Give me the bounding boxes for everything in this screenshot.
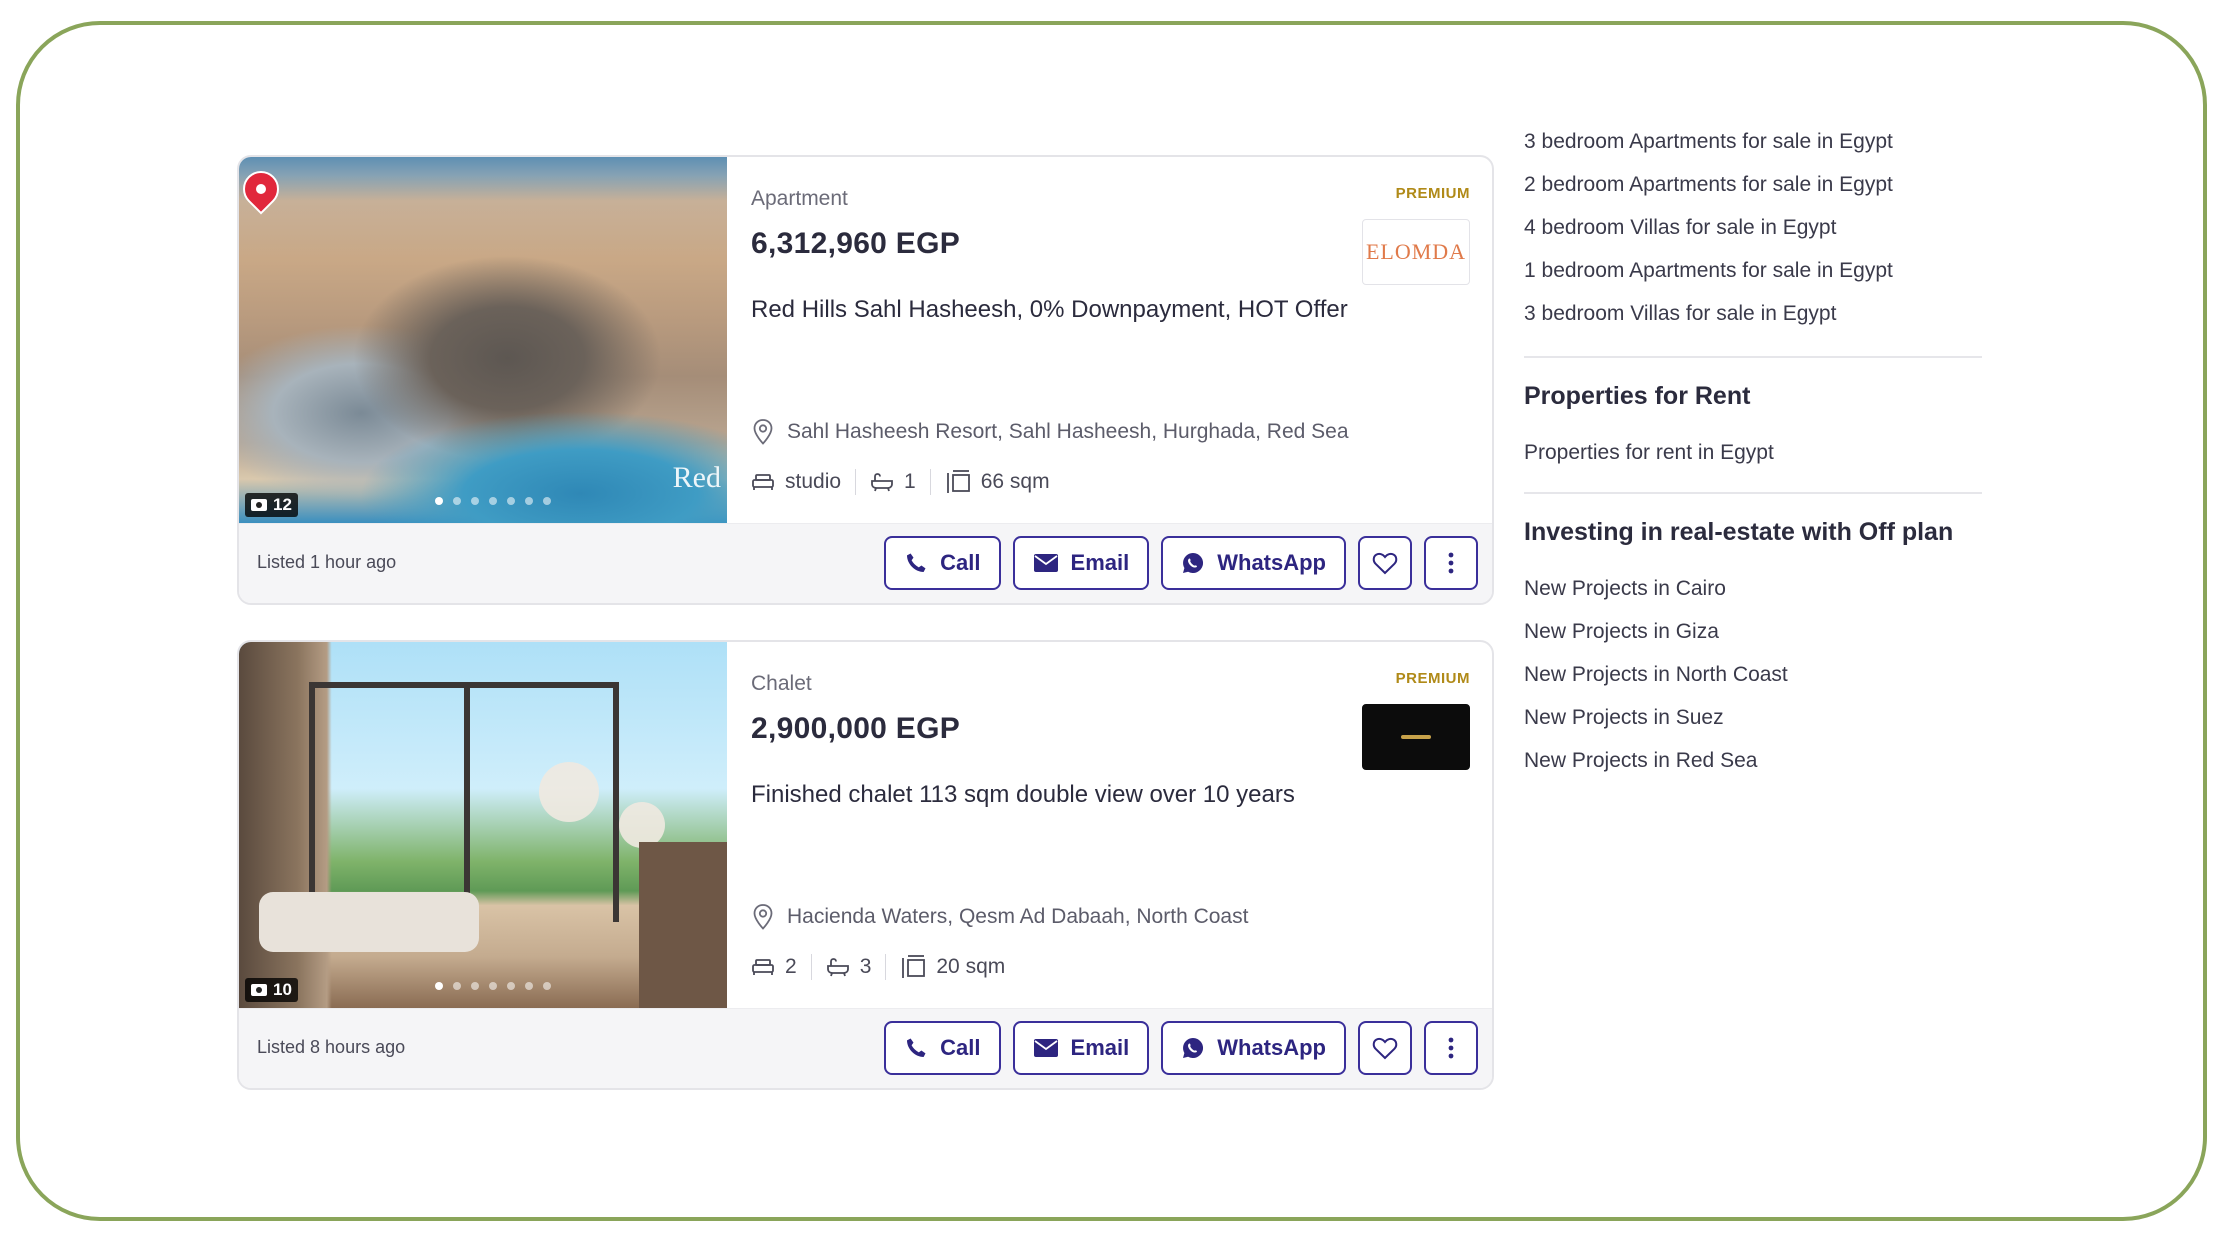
agency-logo[interactable]: ELOMDA bbox=[1362, 219, 1470, 285]
listing-location: Sahl Hasheesh Resort, Sahl Hasheesh, Hur… bbox=[751, 419, 1349, 445]
favorite-button[interactable] bbox=[1358, 1021, 1412, 1075]
sidebar-link[interactable]: 4 bedroom Villas for sale in Egypt bbox=[1524, 216, 1836, 240]
email-button[interactable]: Email bbox=[1012, 536, 1150, 590]
listing-features: 2 3 20 sqm bbox=[751, 954, 1005, 980]
more-vertical-icon bbox=[1448, 552, 1454, 574]
sidebar-link[interactable]: 3 bedroom Villas for sale in Egypt bbox=[1524, 302, 1836, 326]
bed-icon bbox=[752, 959, 774, 975]
sidebar-link[interactable]: 2 bedroom Apartments for sale in Egypt bbox=[1524, 173, 1893, 197]
phone-icon bbox=[907, 1038, 926, 1057]
sidebar-divider bbox=[1524, 492, 1982, 494]
bedrooms: 2 bbox=[785, 955, 797, 978]
camera-icon bbox=[251, 499, 267, 511]
envelope-icon bbox=[1033, 1039, 1058, 1057]
sidebar-link[interactable]: 3 bedroom Apartments for sale in Egypt bbox=[1524, 130, 1893, 154]
bathtub-icon bbox=[871, 473, 893, 492]
listing-title[interactable]: Red Hills Sahl Hasheesh, 0% Downpayment,… bbox=[751, 289, 1351, 331]
whatsapp-label: WhatsApp bbox=[1217, 1035, 1326, 1060]
camera-icon bbox=[251, 984, 267, 996]
sidebar-link[interactable]: Properties for rent in Egypt bbox=[1524, 441, 1774, 465]
property-type: Chalet bbox=[751, 672, 812, 695]
offplan-heading: Investing in real-estate with Off plan bbox=[1524, 518, 1954, 546]
whatsapp-button[interactable]: WhatsApp bbox=[1161, 1021, 1346, 1075]
listed-time: Listed 8 hours ago bbox=[257, 1037, 406, 1057]
whatsapp-label: WhatsApp bbox=[1217, 550, 1326, 575]
sidebar-link[interactable]: New Projects in Giza bbox=[1524, 620, 1719, 644]
area-icon bbox=[946, 470, 970, 493]
property-type: Apartment bbox=[751, 187, 848, 210]
more-options-button[interactable] bbox=[1424, 1021, 1478, 1075]
listing-card[interactable]: 10 Chalet 2,900,000 EGP Finished chalet … bbox=[237, 640, 1494, 1090]
phone-icon bbox=[907, 553, 926, 572]
call-label: Call bbox=[940, 550, 981, 575]
map-pin-icon bbox=[239, 163, 287, 215]
photo-watermark: Red bbox=[672, 461, 721, 494]
whatsapp-icon bbox=[1183, 1038, 1204, 1058]
heart-icon bbox=[1372, 1037, 1398, 1060]
bathrooms: 1 bbox=[904, 470, 916, 493]
location-text: Hacienda Waters, Qesm Ad Dabaah, North C… bbox=[787, 905, 1249, 928]
call-button[interactable]: Call bbox=[884, 536, 1001, 590]
email-label: Email bbox=[1070, 1035, 1130, 1060]
bedrooms: studio bbox=[785, 470, 842, 493]
photo-count-badge: 10 bbox=[245, 978, 298, 1002]
rent-heading: Properties for Rent bbox=[1524, 382, 1751, 410]
listing-price: 6,312,960 EGP bbox=[751, 227, 961, 260]
area: 20 sqm bbox=[936, 955, 1006, 978]
heart-icon bbox=[1372, 552, 1398, 575]
agency-logo-mark bbox=[1401, 735, 1431, 739]
more-options-button[interactable] bbox=[1424, 536, 1478, 590]
listing-photo[interactable]: 10 bbox=[239, 642, 727, 1008]
premium-badge: PREMIUM bbox=[1395, 670, 1470, 687]
agency-logo[interactable] bbox=[1362, 704, 1470, 770]
listed-time: Listed 1 hour ago bbox=[257, 552, 397, 572]
photo-carousel-dots[interactable] bbox=[435, 497, 551, 505]
photo-count: 10 bbox=[273, 980, 292, 999]
photo-count: 12 bbox=[273, 495, 292, 514]
sidebar-divider bbox=[1524, 356, 1982, 358]
location-pin-icon bbox=[753, 419, 773, 445]
premium-badge: PREMIUM bbox=[1395, 185, 1470, 202]
sidebar-link[interactable]: New Projects in Red Sea bbox=[1524, 749, 1757, 773]
email-label: Email bbox=[1070, 550, 1130, 575]
whatsapp-button[interactable]: WhatsApp bbox=[1161, 536, 1346, 590]
listing-features: studio 1 66 sqm bbox=[751, 469, 1050, 495]
listing-price: 2,900,000 EGP bbox=[751, 712, 961, 745]
location-text: Sahl Hasheesh Resort, Sahl Hasheesh, Hur… bbox=[787, 420, 1349, 443]
sidebar-link[interactable]: New Projects in Suez bbox=[1524, 706, 1724, 730]
bathrooms: 3 bbox=[859, 955, 872, 978]
listing-title[interactable]: Finished chalet 113 sqm double view over… bbox=[751, 774, 1351, 816]
area: 66 sqm bbox=[980, 470, 1050, 493]
whatsapp-icon bbox=[1183, 552, 1204, 573]
location-pin-icon bbox=[753, 904, 773, 930]
bathtub-icon bbox=[826, 958, 849, 977]
sidebar-link[interactable]: New Projects in North Coast bbox=[1524, 663, 1788, 687]
listing-card[interactable]: Red 12 Apartment 6,312,960 EGP Red Hills… bbox=[237, 155, 1494, 605]
favorite-button[interactable] bbox=[1358, 536, 1412, 590]
area-icon bbox=[902, 955, 926, 978]
envelope-icon bbox=[1033, 554, 1058, 572]
more-vertical-icon bbox=[1448, 1037, 1454, 1059]
sidebar-link[interactable]: New Projects in Cairo bbox=[1524, 577, 1726, 601]
agency-logo-text: ELOMDA bbox=[1365, 239, 1467, 264]
call-button[interactable]: Call bbox=[884, 1021, 1001, 1075]
photo-count-badge: 12 bbox=[245, 493, 298, 517]
call-label: Call bbox=[940, 1035, 981, 1060]
listing-photo[interactable]: Red 12 bbox=[239, 157, 727, 523]
photo-carousel-dots[interactable] bbox=[435, 982, 551, 990]
bed-icon bbox=[752, 474, 774, 490]
sidebar-link[interactable]: 1 bedroom Apartments for sale in Egypt bbox=[1524, 259, 1893, 283]
email-button[interactable]: Email bbox=[1012, 1021, 1150, 1075]
listing-location: Hacienda Waters, Qesm Ad Dabaah, North C… bbox=[751, 904, 1248, 930]
